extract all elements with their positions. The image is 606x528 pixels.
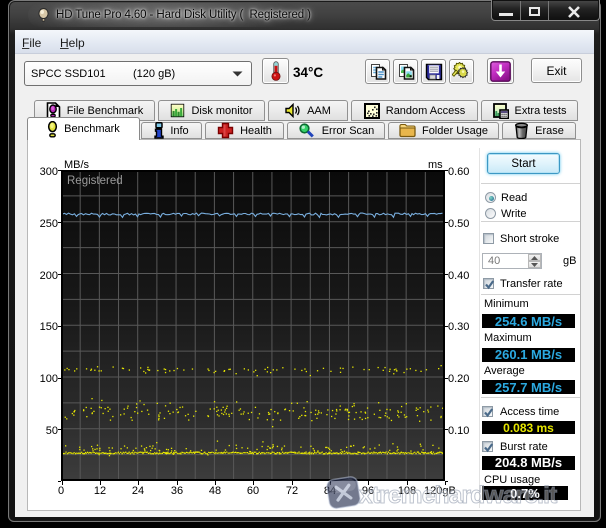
svg-text:Registered: Registered — [67, 175, 123, 187]
